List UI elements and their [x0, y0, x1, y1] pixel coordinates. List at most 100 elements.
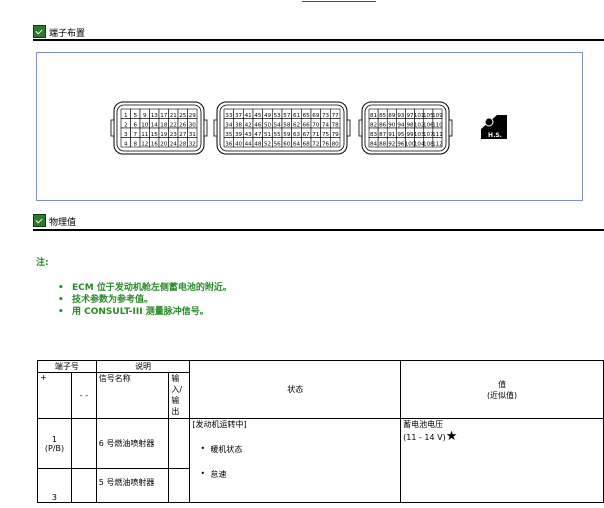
pin-number: 73 [322, 113, 330, 119]
signal-name-cell: 5 号燃油喷射器 [95, 468, 170, 503]
connector-latch [448, 119, 453, 137]
pin-number: 3 [124, 132, 128, 138]
condition-sub: 暖机状态 [192, 444, 398, 455]
pin-number: 53 [274, 113, 282, 119]
pin-number: 72 [312, 141, 319, 147]
pin-number: 65 [303, 113, 311, 119]
pin-number: 78 [332, 122, 340, 128]
connector-latch [213, 119, 218, 137]
pin-number: 14 [151, 122, 159, 128]
middle-connector: 33 37 41 45 49 53 57 61 65 69 73 77 34 38 42 46 50 54 58 62… [213, 101, 351, 155]
pin-number: 55 [274, 132, 282, 138]
condition-main: [发动机运转中] [192, 420, 247, 429]
value-main: 蓄电池电压 [403, 420, 444, 429]
signal-name-cell: 6 号燃油喷射器 [95, 418, 170, 469]
terminal-number: 1 [51, 434, 57, 444]
pin-number: 60 [283, 141, 291, 147]
header-io: 输入/输出 [168, 372, 191, 419]
section-icon [33, 214, 46, 227]
pin-number: 67 [303, 132, 311, 138]
section-rule [33, 229, 604, 231]
top-link-underline[interactable] [302, 0, 376, 2]
pin-number: 57 [283, 113, 291, 119]
pin-number: 86 [379, 122, 387, 128]
pin-number: 88 [379, 141, 387, 147]
pin-number: 28 [179, 141, 187, 147]
pin-number: 52 [264, 141, 271, 147]
pin-number: 77 [332, 113, 340, 119]
table-header-row: 端子号 说明 状态 值 (近似值) [37, 360, 604, 419]
pin-number: 82 [370, 122, 377, 128]
pin-number: 32 [189, 141, 196, 147]
pin-number: 39 [235, 132, 243, 138]
section-title: 端子布置 [49, 29, 86, 39]
pin-number: 112 [432, 141, 443, 147]
pin-number: 25 [179, 113, 187, 119]
pin-number: 7 [133, 132, 137, 138]
pin-number: 31 [189, 132, 197, 138]
terminal-number: 3 [37, 468, 72, 503]
connector-diagram: 1 5 9 13 17 21 25 29 2 6 10 14 18 22 26 30 3 7 11 15 19 23 27 3… [36, 52, 583, 201]
header-value-sub: (近似值) [486, 390, 518, 400]
hs-badge-symbol [484, 117, 494, 127]
pin-number: 1 [124, 113, 128, 119]
pin-number: 17 [160, 113, 168, 119]
pin-number: 19 [160, 132, 168, 138]
pin-number: 27 [179, 132, 187, 138]
terminal-cell: 1 (P/B) [37, 418, 72, 469]
header-condition: 状态 [189, 360, 402, 419]
pin-number: 93 [397, 113, 405, 119]
pin-number: 89 [388, 113, 396, 119]
pin-number: 29 [189, 113, 197, 119]
pin-number: 58 [283, 122, 291, 128]
section-icon [33, 25, 46, 38]
minus-cell [70, 468, 97, 503]
section-terminal-layout: 端子布置 [33, 25, 85, 39]
pin-number: 22 [170, 122, 177, 128]
pin-number: 34 [225, 122, 233, 128]
section-physical-values: 物理值 [33, 214, 76, 228]
table-row: 1 (P/B) 6 号燃油喷射器 [发动机运转中] 暖机状态 怠速 蓄电池电压 … [37, 418, 604, 503]
header-value-label: 值 [498, 379, 507, 389]
header-terminal-no: 端子号 [37, 360, 97, 373]
pin-number: 8 [133, 141, 137, 147]
pin-number: 74 [322, 122, 330, 128]
pin-number: 38 [235, 122, 243, 128]
pin-number: 4 [124, 141, 128, 147]
pin-number: 5 [133, 113, 137, 119]
pin-number: 109 [432, 113, 443, 119]
connector-latch [358, 119, 363, 137]
right-connector: 81 85 89 93 97 10110510982 86 90 94 98 10210611083… [358, 101, 453, 155]
connector-latch [110, 119, 115, 137]
pin-number: 45 [254, 113, 262, 119]
pin-number: 6 [133, 122, 137, 128]
pin-number: 13 [151, 113, 159, 119]
pin-number: 9 [143, 113, 147, 119]
io-cell [168, 468, 191, 503]
pin-number: 54 [274, 122, 282, 128]
pin-number: 10 [141, 122, 149, 128]
pin-number: 75 [322, 132, 330, 138]
hs-label: H.S. [488, 132, 502, 139]
pin-number: 69 [312, 113, 320, 119]
pin-number: 64 [293, 141, 301, 147]
pin-number: 37 [235, 113, 243, 119]
pin-number: 18 [160, 122, 168, 128]
pin-number: 30 [189, 122, 197, 128]
condition-sub: 怠速 [192, 469, 398, 480]
pin-number: 90 [388, 122, 396, 128]
pin-number: 46 [254, 122, 262, 128]
pin-number: 21 [170, 113, 178, 119]
pin-number: 42 [245, 122, 252, 128]
note-label: 注: [36, 258, 49, 268]
header-description: 说明 [95, 360, 191, 373]
pin-number: 20 [160, 141, 168, 147]
pin-number: 62 [293, 122, 300, 128]
value-cell: 蓄电池电压 (11 - 14 V)★ [400, 418, 604, 503]
pin-number: 84 [370, 141, 378, 147]
value-sub: (11 - 14 V) [403, 433, 446, 442]
connector-latch [203, 119, 208, 137]
pin-number: 24 [170, 141, 178, 147]
pin-number: 92 [388, 141, 395, 147]
minus-cell [70, 418, 97, 469]
